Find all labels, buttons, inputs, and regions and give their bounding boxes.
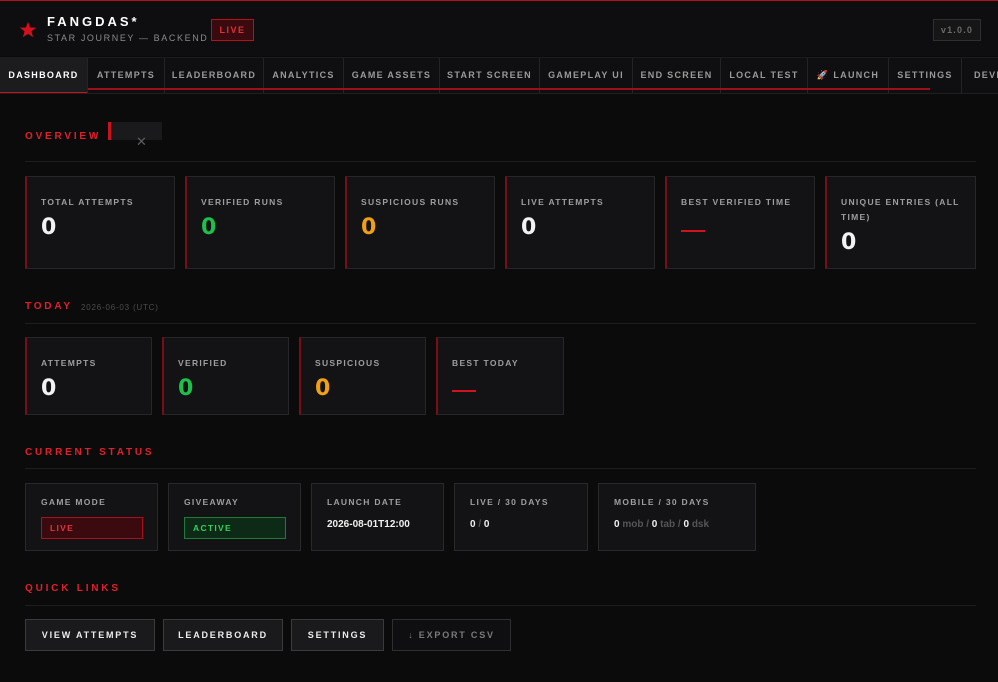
status-label: GAME MODE xyxy=(41,497,107,507)
tab-label: GAME ASSETS xyxy=(351,70,432,80)
stat-label: VERIFIED RUNS xyxy=(201,197,284,207)
main-tab-bar: DASHBOARD ATTEMPTS LEADERBOARD ANALYTICS… xyxy=(0,57,998,94)
section-divider xyxy=(25,605,976,606)
app-title: FANGDAS* xyxy=(47,14,140,29)
status-card-live-30-days: LIVE / 30 DAYS 0 / 0 xyxy=(454,483,588,551)
section-divider xyxy=(25,468,976,469)
section-divider xyxy=(25,323,976,324)
stat-label: ATTEMPTS xyxy=(41,358,97,368)
today-card-suspicious: SUSPICIOUS 0 xyxy=(299,337,426,415)
tab-label: ANALYTICS xyxy=(272,70,335,80)
stat-value: 0 xyxy=(41,215,57,240)
toast-notification xyxy=(108,122,162,140)
mobile-count: 0 xyxy=(614,519,620,530)
live-30-days-value: 0 / 0 xyxy=(470,519,489,530)
status-card-giveaway: GIVEAWAY ACTIVE xyxy=(168,483,301,551)
stat-value: 0 xyxy=(361,215,377,240)
tab-label: LOCAL TEST xyxy=(729,70,799,80)
stat-card-verified-runs: VERIFIED RUNS 0 xyxy=(185,176,335,269)
stat-label: VERIFIED xyxy=(178,358,228,368)
today-card-attempts: ATTEMPTS 0 xyxy=(25,337,152,415)
version-badge: v1.0.0 xyxy=(933,19,981,41)
stat-card-unique-entries: UNIQUE ENTRIES (ALL TIME) 0 xyxy=(825,176,976,269)
stat-label: BEST VERIFIED TIME xyxy=(681,197,792,207)
total-count: 0 xyxy=(483,519,490,530)
empty-value-dash xyxy=(681,230,705,232)
rocket-icon: 🚀 xyxy=(816,70,830,80)
app-subtitle: STAR JOURNEY — BACKEND xyxy=(47,33,209,43)
today-card-best-today: BEST TODAY xyxy=(436,337,564,415)
status-label: LIVE / 30 DAYS xyxy=(470,497,549,507)
stat-label: UNIQUE ENTRIES (ALL TIME) xyxy=(841,197,960,222)
today-card-verified: VERIFIED 0 xyxy=(162,337,289,415)
live-count: 0 xyxy=(470,519,476,530)
stat-value: 0 xyxy=(178,376,194,401)
tab-label: GAMEPLAY UI xyxy=(548,70,624,80)
stat-label: LIVE ATTEMPTS xyxy=(521,197,605,207)
tab-label: END SCREEN xyxy=(640,70,713,80)
status-card-game-mode: GAME MODE LIVE xyxy=(25,483,158,551)
tab-label: LAUNCH xyxy=(833,70,880,80)
status-label: GIVEAWAY xyxy=(184,497,239,507)
tab-label: START SCREEN xyxy=(447,70,532,80)
tab-developer[interactable]: DEVE xyxy=(962,58,998,93)
tab-label: DASHBOARD xyxy=(8,70,79,80)
status-card-mobile-30-days: MOBILE / 30 DAYS 0 mob / 0 tab / 0 dsk xyxy=(598,483,756,551)
mobile-label: mob xyxy=(622,519,644,530)
export-csv-button[interactable]: ↓ EXPORT CSV xyxy=(392,619,511,651)
current-status-title: CURRENT STATUS xyxy=(25,447,155,458)
tab-label: SETTINGS xyxy=(897,70,953,80)
device-breakdown-value: 0 mob / 0 tab / 0 dsk xyxy=(614,519,709,530)
stat-value: 0 xyxy=(841,230,857,255)
section-divider xyxy=(25,161,976,162)
game-mode-badge: LIVE xyxy=(41,517,143,539)
leaderboard-button[interactable]: LEADERBOARD xyxy=(163,619,283,651)
stat-label: TOTAL ATTEMPTS xyxy=(41,197,134,207)
desktop-label: dsk xyxy=(691,519,710,530)
today-date: 2026-06-03 (UTC) xyxy=(81,303,159,312)
tab-bar-accent-line xyxy=(88,88,930,90)
tablet-count: 0 xyxy=(651,519,658,530)
stat-card-best-verified-time: BEST VERIFIED TIME xyxy=(665,176,815,269)
tab-label: DEVE xyxy=(974,70,998,80)
overview-title: OVERVIEW xyxy=(25,131,102,142)
separator: / xyxy=(677,519,681,530)
tab-label: LEADERBOARD xyxy=(171,70,257,80)
stat-value: 0 xyxy=(521,215,537,240)
giveaway-badge: ACTIVE xyxy=(184,517,286,539)
star-logo-icon xyxy=(19,21,37,38)
stat-label: BEST TODAY xyxy=(452,358,519,368)
separator: / xyxy=(646,519,650,530)
stat-card-total-attempts: TOTAL ATTEMPTS 0 xyxy=(25,176,175,269)
close-icon[interactable]: ✕ xyxy=(136,134,147,150)
view-attempts-button[interactable]: VIEW ATTEMPTS xyxy=(25,619,155,651)
tab-label: ATTEMPTS xyxy=(96,70,156,80)
stat-label: SUSPICIOUS xyxy=(315,358,381,368)
empty-value-dash xyxy=(452,390,476,392)
stat-card-suspicious-runs: SUSPICIOUS RUNS 0 xyxy=(345,176,495,269)
stat-label: SUSPICIOUS RUNS xyxy=(361,197,460,207)
quick-links-title: QUICK LINKS xyxy=(25,583,121,594)
tablet-label: tab xyxy=(660,519,676,530)
launch-date-value: 2026-08-01T12:00 xyxy=(327,519,410,530)
live-badge: LIVE xyxy=(211,19,254,41)
stat-value: 0 xyxy=(41,376,57,401)
status-label: MOBILE / 30 DAYS xyxy=(614,497,710,507)
stat-value: 0 xyxy=(315,376,331,401)
settings-button[interactable]: SETTINGS xyxy=(291,619,384,651)
status-card-launch-date: LAUNCH DATE 2026-08-01T12:00 xyxy=(311,483,444,551)
top-bar: FANGDAS* STAR JOURNEY — BACKEND LIVE v1.… xyxy=(0,0,998,56)
today-title: TODAY xyxy=(25,301,73,312)
desktop-count: 0 xyxy=(683,519,690,530)
stat-value: 0 xyxy=(201,215,217,240)
tab-dashboard[interactable]: DASHBOARD xyxy=(0,58,88,93)
separator: / xyxy=(478,519,482,530)
status-label: LAUNCH DATE xyxy=(327,497,403,507)
stat-card-live-attempts: LIVE ATTEMPTS 0 xyxy=(505,176,655,269)
